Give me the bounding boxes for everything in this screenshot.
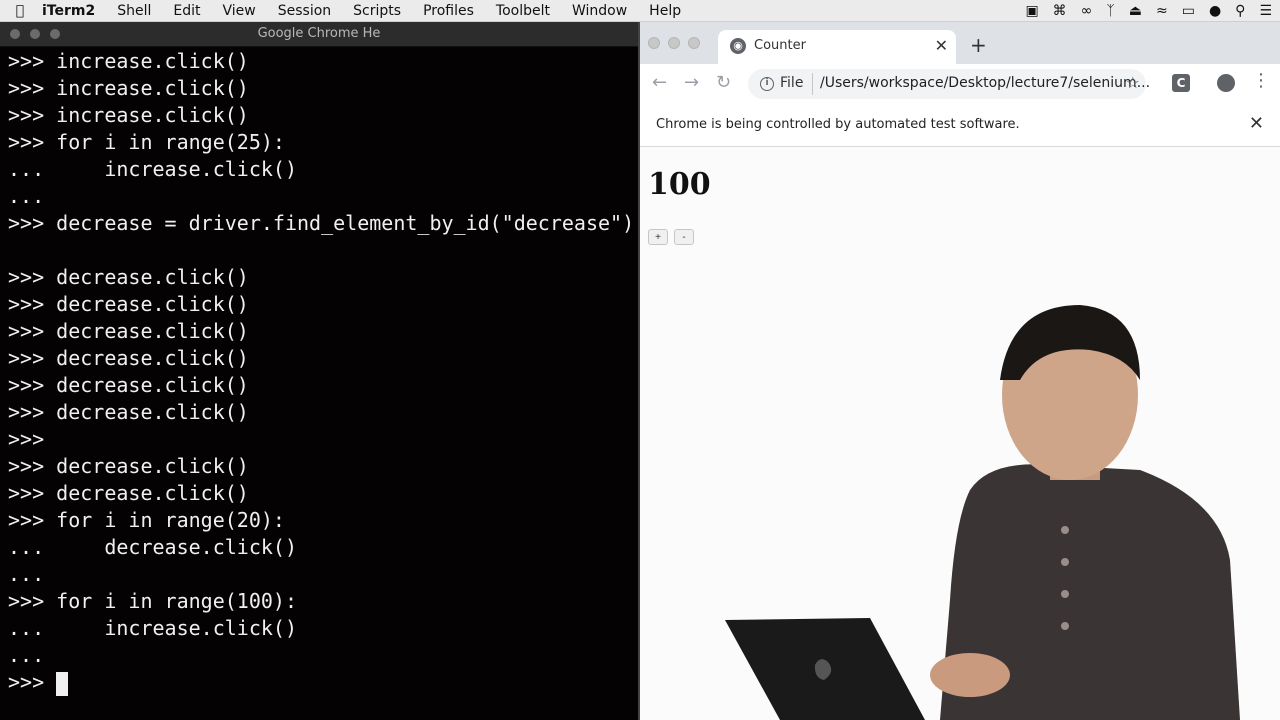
terminal-line: >>> for i in range(100): [8, 589, 297, 613]
menu-shell[interactable]: Shell [106, 3, 162, 19]
apple-icon[interactable]:  [0, 3, 40, 19]
battery-icon[interactable]: ▭ [1182, 0, 1195, 22]
browser-tab-strip: ◉ Counter ✕ + [640, 22, 1280, 64]
menu-view[interactable]: View [212, 3, 267, 19]
counter-heading: 100 [648, 167, 711, 202]
status-area: ▣ ⌘ ∞ ᛉ ⏏ ≈ ▭ ● ⚲ ☰ [1025, 0, 1272, 22]
terminal-line: >>> decrease.click() [8, 346, 249, 370]
terminal-line: >>> decrease.click() [8, 454, 249, 478]
minimize-window-icon[interactable] [668, 37, 680, 49]
menu-scripts[interactable]: Scripts [342, 3, 412, 19]
terminal-line: >>> decrease.click() [8, 319, 249, 343]
notification-list-icon[interactable]: ☰ [1259, 0, 1272, 22]
presenter-image [725, 305, 1240, 720]
terminal-line: >>> for i in range(25): [8, 130, 285, 154]
terminal-line: >>> decrease.click() [8, 292, 249, 316]
info-icon[interactable]: i [760, 77, 774, 91]
new-tab-icon[interactable]: + [970, 33, 987, 57]
terminal-cursor [56, 671, 69, 696]
terminal-line: >>> [8, 427, 45, 451]
terminal-line: ... increase.click() [8, 157, 297, 181]
terminal-output[interactable]: >>> increase.click() >>> increase.click(… [8, 48, 636, 696]
menu-bar:  iTerm2 Shell Edit View Session Scripts… [0, 0, 1280, 22]
user-icon[interactable]: ● [1209, 0, 1221, 22]
url-text[interactable]: /Users/workspace/Desktop/lecture7/seleni… [820, 75, 1150, 91]
menu-help[interactable]: Help [638, 3, 692, 19]
browser-tab[interactable]: ◉ Counter ✕ [718, 30, 956, 64]
decrease-button[interactable]: - [674, 229, 694, 245]
tab-title: Counter [754, 38, 806, 53]
menu-edit[interactable]: Edit [162, 3, 211, 19]
terminal-line: ... [8, 184, 45, 208]
terminal-line: >>> for i in range(20): [8, 508, 285, 532]
glasses-icon[interactable]: ∞ [1081, 0, 1093, 22]
bluetooth-icon[interactable]: ᛉ [1106, 0, 1114, 22]
menu-session[interactable]: Session [267, 3, 342, 19]
menu-profiles[interactable]: Profiles [412, 3, 485, 19]
terminal-titlebar: Google Chrome He [0, 22, 638, 47]
close-infobar-icon[interactable]: ✕ [1249, 113, 1264, 134]
forward-icon[interactable]: → [684, 72, 699, 93]
terminal-input-line[interactable]: >>> [8, 669, 636, 696]
close-window-icon[interactable] [648, 37, 660, 49]
reload-icon[interactable]: ↻ [716, 72, 731, 93]
extension-icon[interactable]: C [1172, 74, 1190, 92]
terminal-line: >>> increase.click() [8, 76, 249, 100]
address-divider [812, 73, 813, 95]
terminal-title: Google Chrome He [257, 26, 381, 41]
terminal-line: ... [8, 643, 45, 667]
docker-icon[interactable]: ▣ [1025, 0, 1038, 22]
terminal-line: >>> decrease.click() [8, 373, 249, 397]
terminal-line: >>> decrease.click() [8, 265, 249, 289]
more-menu-icon[interactable]: ⋮ [1252, 70, 1270, 91]
profile-avatar-icon[interactable] [1217, 74, 1235, 92]
address-bar[interactable]: i File /Users/workspace/Desktop/lecture7… [748, 69, 1150, 99]
menu-window[interactable]: Window [561, 3, 638, 19]
bookmark-star-icon[interactable]: ☆ [1126, 73, 1140, 92]
automation-infobar: Chrome is being controlled by automated … [640, 104, 1280, 147]
terminal-line: >>> decrease.click() [8, 481, 249, 505]
wifi-icon[interactable]: ≈ [1156, 0, 1168, 22]
command-icon[interactable]: ⌘ [1053, 0, 1067, 22]
terminal-line: >>> increase.click() [8, 49, 249, 73]
zoom-window-icon[interactable] [688, 37, 700, 49]
eject-icon[interactable]: ⏏ [1129, 0, 1142, 22]
terminal-line: ... increase.click() [8, 616, 297, 640]
increase-button[interactable]: + [648, 229, 668, 245]
browser-toolbar: ← → ↻ i File /Users/workspace/Desktop/le… [640, 64, 1280, 104]
terminal-prompt: >>> [8, 670, 45, 694]
menu-toolbelt[interactable]: Toolbelt [485, 3, 561, 19]
terminal-line: >>> decrease = driver.find_element_by_id… [8, 211, 635, 235]
terminal-line: >>> decrease.click() [8, 400, 249, 424]
url-scheme: File [780, 75, 804, 91]
terminal-window: Google Chrome He >>> increase.click() >>… [0, 22, 640, 720]
terminal-line: >>> increase.click() [8, 103, 249, 127]
globe-icon: ◉ [730, 38, 746, 54]
terminal-line: ... [8, 562, 45, 586]
close-tab-icon[interactable]: ✕ [935, 36, 948, 55]
menu-iterm2[interactable]: iTerm2 [40, 3, 106, 19]
spotlight-search-icon[interactable]: ⚲ [1235, 0, 1245, 22]
terminal-line: ... decrease.click() [8, 535, 297, 559]
infobar-message: Chrome is being controlled by automated … [656, 117, 1020, 132]
back-icon[interactable]: ← [652, 72, 667, 93]
